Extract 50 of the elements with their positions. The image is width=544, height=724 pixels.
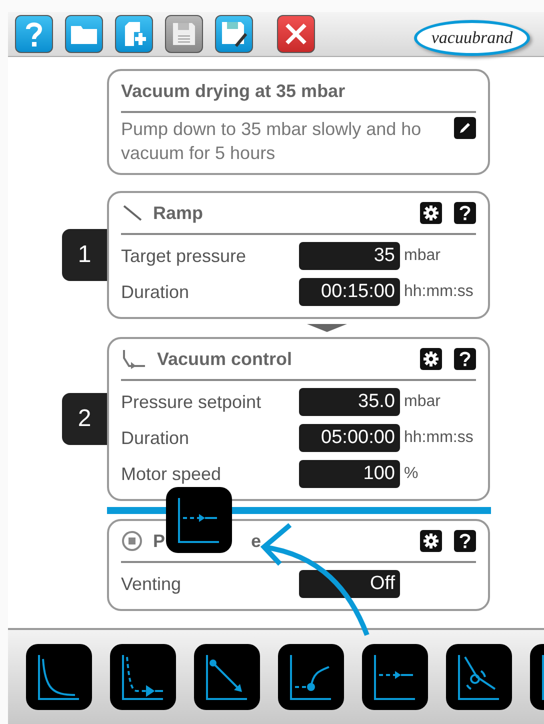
open-folder-button[interactable]	[65, 15, 103, 53]
unit-label: hh:mm:ss	[404, 429, 474, 447]
question-mark-icon	[459, 205, 471, 221]
settings-button[interactable]	[420, 202, 442, 224]
step-title: Ramp	[153, 202, 204, 224]
value-field[interactable]: Off	[299, 570, 400, 598]
new-file-button[interactable]	[115, 15, 153, 53]
method-description: Pump down to 35 mbar slowly and ho vacuum for 5 hours	[121, 118, 422, 165]
unit-label: mbar	[404, 247, 440, 265]
close-button[interactable]	[277, 15, 315, 53]
connector-triangle	[307, 324, 347, 332]
field-label: Pressure setpoint	[121, 392, 262, 412]
value-field[interactable]: 35.0	[299, 388, 400, 416]
field-label: Venting	[121, 574, 182, 594]
value-field[interactable]: 00:15:00	[299, 278, 400, 306]
method-title: Vacuum drying at 35 mbar	[121, 80, 346, 102]
pencil-icon	[458, 121, 472, 135]
close-icon	[284, 22, 308, 46]
step-title-fragment: P	[153, 530, 166, 552]
settings-button[interactable]	[420, 348, 442, 370]
step-title-fragment: e	[251, 530, 262, 552]
field-label: Duration	[121, 428, 190, 448]
unit-label: %	[404, 465, 418, 483]
field-label: Duration	[121, 282, 190, 302]
floppy-pencil-icon	[220, 20, 248, 48]
curve-arrow-icon	[121, 348, 147, 370]
settings-button[interactable]	[420, 530, 442, 552]
step-number: 1	[62, 229, 107, 281]
help-button[interactable]	[454, 530, 476, 552]
question-mark-icon	[459, 351, 471, 367]
question-mark-icon	[23, 20, 45, 48]
value-field[interactable]: 35	[299, 242, 400, 270]
unit-label: mbar	[404, 393, 440, 411]
dragged-step-tile[interactable]	[166, 487, 232, 553]
edit-button[interactable]	[454, 117, 476, 139]
save-button[interactable]	[165, 15, 203, 53]
brand-logo: vacuubrand	[414, 20, 530, 56]
value-field[interactable]: 100	[299, 460, 400, 488]
help-button[interactable]	[454, 348, 476, 370]
step-title: Vacuum control	[157, 348, 292, 370]
field-label: Target pressure	[121, 246, 248, 266]
help-button[interactable]	[15, 15, 53, 53]
value-field[interactable]: 05:00:00	[299, 424, 400, 452]
stop-circle-icon	[121, 530, 143, 552]
step-number: 2	[62, 393, 107, 445]
unit-label: hh:mm:ss	[404, 283, 474, 301]
help-button[interactable]	[454, 202, 476, 224]
field-label: Motor speed	[121, 464, 222, 484]
question-mark-icon	[459, 533, 471, 549]
save-as-button[interactable]	[215, 15, 253, 53]
